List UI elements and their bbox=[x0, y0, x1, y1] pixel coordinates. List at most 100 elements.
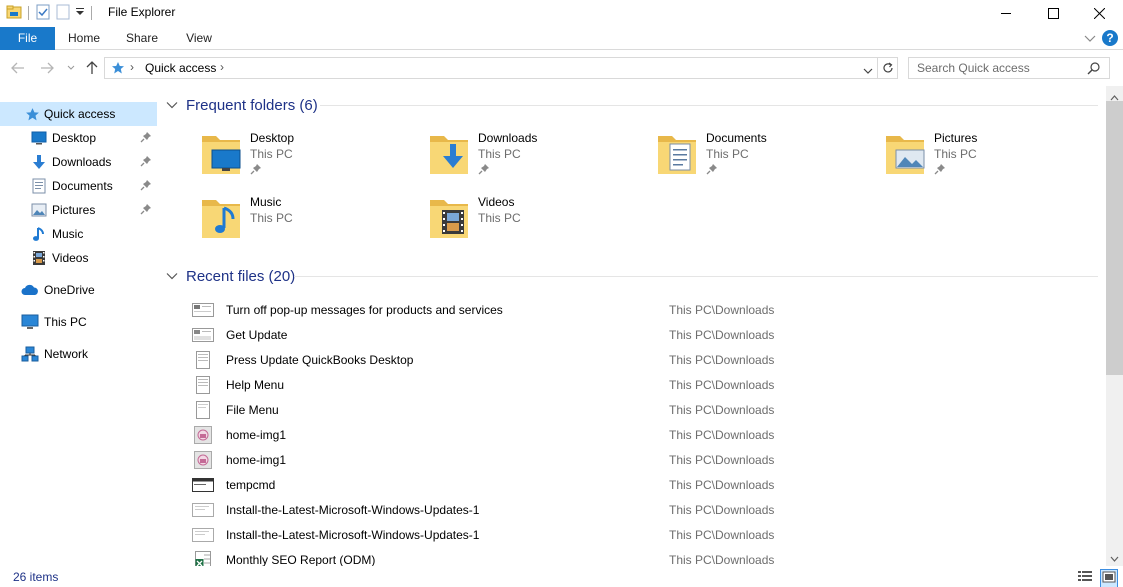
navigation-pane: Quick access Desktop Downloads Documents bbox=[0, 100, 157, 565]
recent-file-row[interactable]: Turn off pop-up messages for products an… bbox=[190, 298, 1090, 323]
search-icon[interactable] bbox=[1087, 61, 1101, 78]
folder-name: Desktop bbox=[250, 131, 295, 145]
maximize-button[interactable] bbox=[1030, 0, 1076, 26]
sidebar-item-documents[interactable]: Documents bbox=[0, 174, 157, 198]
recent-file-row[interactable]: File Menu This PC\Downloads bbox=[190, 398, 1090, 423]
download-arrow-icon bbox=[30, 153, 48, 171]
computer-icon bbox=[21, 313, 39, 331]
pin-icon[interactable] bbox=[934, 163, 946, 178]
recent-file-row[interactable]: Install-the-Latest-Microsoft-Windows-Upd… bbox=[190, 498, 1090, 523]
file-path: This PC\Downloads bbox=[669, 303, 775, 317]
recent-file-row[interactable]: tempcmd This PC\Downloads bbox=[190, 473, 1090, 498]
folder-tile-desktop[interactable]: Desktop This PC bbox=[200, 130, 420, 190]
tab-share[interactable]: Share bbox=[115, 27, 169, 50]
photo-file-icon bbox=[192, 451, 214, 469]
recent-file-row[interactable]: Help Menu This PC\Downloads bbox=[190, 373, 1090, 398]
folder-tile-videos[interactable]: Videos This PC bbox=[428, 194, 648, 254]
image-file-icon bbox=[192, 501, 214, 519]
address-dropdown-icon[interactable] bbox=[863, 64, 873, 78]
sidebar-item-quick-access[interactable]: Quick access bbox=[0, 102, 157, 126]
tab-file[interactable]: File bbox=[0, 27, 55, 50]
frequent-folders-header[interactable]: Frequent folders (6) bbox=[166, 94, 318, 116]
large-icons-view-icon[interactable] bbox=[1100, 569, 1118, 587]
recent-file-row[interactable]: Monthly SEO Report (ODM) This PC\Downloa… bbox=[190, 548, 1090, 566]
file-name: Get Update bbox=[226, 328, 288, 342]
up-button[interactable] bbox=[83, 59, 101, 77]
film-icon bbox=[30, 249, 48, 267]
pin-icon[interactable] bbox=[140, 203, 152, 218]
folder-tile-downloads[interactable]: Downloads This PC bbox=[428, 130, 648, 190]
pin-icon[interactable] bbox=[250, 163, 262, 178]
pin-icon[interactable] bbox=[706, 163, 718, 178]
recent-locations-button[interactable] bbox=[62, 59, 80, 77]
folder-tile-documents[interactable]: Documents This PC bbox=[656, 130, 876, 190]
close-button[interactable] bbox=[1076, 0, 1122, 26]
file-path: This PC\Downloads bbox=[669, 553, 775, 566]
file-name: home-img1 bbox=[226, 453, 287, 467]
section-divider bbox=[294, 276, 1098, 277]
sidebar-item-this-pc[interactable]: This PC bbox=[0, 310, 157, 334]
pin-icon[interactable] bbox=[478, 163, 490, 178]
help-button[interactable]: ? bbox=[1102, 30, 1118, 46]
folder-tile-pictures[interactable]: Pictures This PC bbox=[884, 130, 1104, 190]
file-path: This PC\Downloads bbox=[669, 353, 775, 367]
quick-access-star-icon bbox=[111, 61, 125, 78]
sidebar-item-videos[interactable]: Videos bbox=[0, 246, 157, 270]
navigation-bar: › Quick access › bbox=[0, 51, 1123, 85]
folder-location: This PC bbox=[478, 211, 521, 225]
tab-home[interactable]: Home bbox=[57, 27, 111, 50]
properties-icon[interactable] bbox=[35, 4, 51, 23]
recent-file-row[interactable]: home-img1 This PC\Downloads bbox=[190, 423, 1090, 448]
refresh-button[interactable] bbox=[878, 57, 898, 79]
customize-toolbar-icon[interactable] bbox=[75, 6, 85, 20]
vertical-scrollbar[interactable] bbox=[1106, 86, 1123, 566]
file-path: This PC\Downloads bbox=[669, 403, 775, 417]
recent-files-header[interactable]: Recent files (20) bbox=[166, 265, 295, 287]
address-bar[interactable]: › Quick access › bbox=[104, 57, 878, 79]
sidebar-item-desktop[interactable]: Desktop bbox=[0, 126, 157, 150]
details-view-icon[interactable] bbox=[1077, 569, 1093, 586]
sidebar-item-network[interactable]: Network bbox=[0, 342, 157, 366]
breadcrumb-separator[interactable]: › bbox=[220, 60, 224, 74]
file-name: home-img1 bbox=[226, 428, 287, 442]
chevron-down-icon[interactable] bbox=[166, 272, 178, 280]
sidebar-item-downloads[interactable]: Downloads bbox=[0, 150, 157, 174]
new-folder-icon[interactable] bbox=[55, 4, 71, 23]
forward-button[interactable] bbox=[38, 59, 56, 77]
pin-icon[interactable] bbox=[140, 155, 152, 170]
spreadsheet-file-icon bbox=[192, 551, 214, 566]
expand-ribbon-icon[interactable] bbox=[1084, 32, 1096, 47]
recent-file-row[interactable]: Install-the-Latest-Microsoft-Windows-Upd… bbox=[190, 523, 1090, 548]
recent-file-row[interactable]: Get Update This PC\Downloads bbox=[190, 323, 1090, 348]
search-box[interactable] bbox=[908, 57, 1110, 79]
folder-tile-music[interactable]: Music This PC bbox=[200, 194, 420, 254]
file-path: This PC\Downloads bbox=[669, 453, 775, 467]
scroll-down-icon[interactable] bbox=[1110, 551, 1119, 565]
sidebar-item-music[interactable]: Music bbox=[0, 222, 157, 246]
sidebar-item-onedrive[interactable]: OneDrive bbox=[0, 278, 157, 302]
pictures-icon bbox=[30, 201, 48, 219]
file-name: Install-the-Latest-Microsoft-Windows-Upd… bbox=[226, 503, 480, 517]
pin-icon[interactable] bbox=[140, 179, 152, 194]
back-button[interactable] bbox=[9, 59, 27, 77]
recent-file-row[interactable]: Press Update QuickBooks Desktop This PC\… bbox=[190, 348, 1090, 373]
sidebar-item-label: Videos bbox=[52, 251, 89, 265]
chevron-down-icon[interactable] bbox=[166, 101, 178, 109]
minimize-button[interactable] bbox=[983, 0, 1029, 26]
scrollbar-thumb[interactable] bbox=[1106, 101, 1123, 375]
file-name: tempcmd bbox=[226, 478, 276, 492]
folder-name: Downloads bbox=[478, 131, 538, 145]
toolbar-separator bbox=[91, 6, 92, 20]
search-input[interactable] bbox=[909, 58, 1079, 78]
documents-icon bbox=[30, 177, 48, 195]
recent-file-row[interactable]: home-img1 This PC\Downloads bbox=[190, 448, 1090, 473]
quick-access-toolbar bbox=[6, 4, 94, 22]
sidebar-item-label: Desktop bbox=[52, 131, 97, 145]
tab-view[interactable]: View bbox=[172, 27, 226, 50]
breadcrumb-quick-access[interactable]: Quick access bbox=[145, 61, 216, 75]
pin-icon[interactable] bbox=[140, 131, 152, 146]
star-icon bbox=[23, 105, 41, 123]
sidebar-item-pictures[interactable]: Pictures bbox=[0, 198, 157, 222]
breadcrumb-separator[interactable]: › bbox=[130, 60, 134, 74]
explorer-app-icon[interactable] bbox=[6, 4, 22, 23]
